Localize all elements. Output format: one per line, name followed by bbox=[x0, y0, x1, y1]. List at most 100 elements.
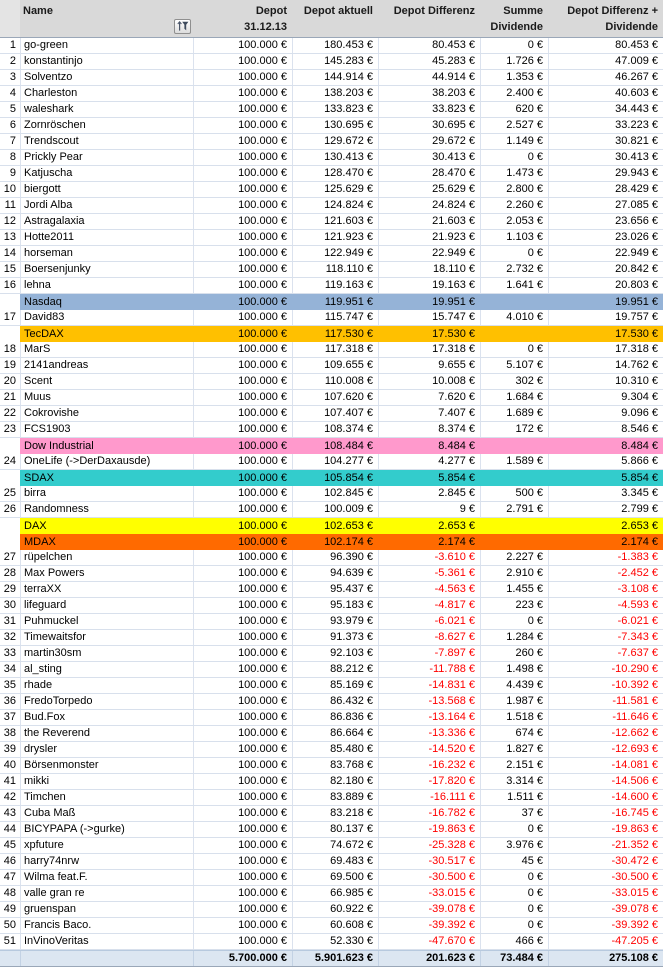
cell-name[interactable]: Bud.Fox bbox=[20, 710, 193, 725]
cell-name[interactable]: BICYPAPA (->gurke) bbox=[20, 822, 193, 837]
cell-div[interactable]: 1.987 € bbox=[480, 694, 548, 709]
cell-div[interactable]: 0 € bbox=[480, 918, 548, 933]
cell-total[interactable]: 28.429 € bbox=[548, 182, 663, 197]
cell-depot[interactable]: 100.000 € bbox=[193, 230, 292, 245]
cell-diff[interactable]: 80.453 € bbox=[378, 38, 480, 53]
cell-num[interactable]: 46 bbox=[0, 854, 20, 869]
cell-aktuell[interactable]: 93.979 € bbox=[292, 614, 378, 629]
cell-aktuell[interactable]: 115.747 € bbox=[292, 310, 378, 325]
cell-aktuell[interactable]: 180.453 € bbox=[292, 38, 378, 53]
cell-aktuell[interactable]: 108.484 € bbox=[292, 438, 378, 454]
cell-div[interactable]: 2.227 € bbox=[480, 550, 548, 565]
cell-depot[interactable]: 100.000 € bbox=[193, 70, 292, 85]
cell-num[interactable]: 5 bbox=[0, 102, 20, 117]
cell-diff[interactable]: 19.163 € bbox=[378, 278, 480, 293]
cell-div[interactable] bbox=[480, 438, 548, 454]
cell-total[interactable]: 80.453 € bbox=[548, 38, 663, 53]
cell-name[interactable]: Francis Baco. bbox=[20, 918, 193, 933]
cell-name[interactable]: Timewaitsfor bbox=[20, 630, 193, 645]
cell-div[interactable]: 223 € bbox=[480, 598, 548, 613]
cell-total[interactable]: -1.383 € bbox=[548, 550, 663, 565]
cell-div[interactable]: 0 € bbox=[480, 342, 548, 357]
cell-aktuell[interactable]: 86.836 € bbox=[292, 710, 378, 725]
cell-depot[interactable]: 100.000 € bbox=[193, 758, 292, 773]
cell-diff[interactable]: -39.392 € bbox=[378, 918, 480, 933]
cell-diff[interactable]: 8.484 € bbox=[378, 438, 480, 454]
cell-num[interactable]: 34 bbox=[0, 662, 20, 677]
cell-name[interactable]: InVinoVeritas bbox=[20, 934, 193, 949]
cell-aktuell[interactable]: 144.914 € bbox=[292, 70, 378, 85]
cell-depot[interactable]: 100.000 € bbox=[193, 774, 292, 789]
cell-total[interactable]: -47.205 € bbox=[548, 934, 663, 949]
cell-aktuell[interactable]: 83.889 € bbox=[292, 790, 378, 805]
cell-depot[interactable]: 100.000 € bbox=[193, 134, 292, 149]
cell-div[interactable] bbox=[480, 534, 548, 550]
cell-total[interactable]: -12.693 € bbox=[548, 742, 663, 757]
cell-num[interactable]: 17 bbox=[0, 310, 20, 325]
cell-name[interactable]: Astragalaxia bbox=[20, 214, 193, 229]
cell-total[interactable]: -30.472 € bbox=[548, 854, 663, 869]
cell-depot[interactable]: 100.000 € bbox=[193, 86, 292, 101]
cell-div[interactable]: 1.689 € bbox=[480, 406, 548, 421]
cell-name[interactable]: drysler bbox=[20, 742, 193, 757]
cell-total[interactable]: 8.546 € bbox=[548, 422, 663, 437]
cell-diff[interactable]: -3.610 € bbox=[378, 550, 480, 565]
cell-diff[interactable]: 10.008 € bbox=[378, 374, 480, 389]
cell-diff[interactable]: 201.623 € bbox=[378, 951, 480, 966]
cell-aktuell[interactable]: 69.483 € bbox=[292, 854, 378, 869]
cell-depot[interactable]: 100.000 € bbox=[193, 582, 292, 597]
cell-depot[interactable]: 100.000 € bbox=[193, 294, 292, 310]
cell-num[interactable]: 2 bbox=[0, 54, 20, 69]
cell-depot[interactable]: 100.000 € bbox=[193, 182, 292, 197]
cell-depot[interactable]: 100.000 € bbox=[193, 790, 292, 805]
cell-aktuell[interactable]: 88.212 € bbox=[292, 662, 378, 677]
cell-div[interactable]: 1.511 € bbox=[480, 790, 548, 805]
cell-div[interactable]: 1.284 € bbox=[480, 630, 548, 645]
cell-total[interactable]: 19.951 € bbox=[548, 294, 663, 310]
cell-num[interactable] bbox=[0, 438, 20, 454]
cell-depot[interactable]: 100.000 € bbox=[193, 166, 292, 181]
cell-total[interactable]: 30.821 € bbox=[548, 134, 663, 149]
header-differenz-plus-dividende[interactable]: Depot Differenz + Dividende bbox=[548, 0, 663, 37]
cell-total[interactable]: 34.443 € bbox=[548, 102, 663, 117]
cell-aktuell[interactable]: 104.277 € bbox=[292, 454, 378, 469]
cell-aktuell[interactable]: 109.655 € bbox=[292, 358, 378, 373]
cell-num[interactable]: 40 bbox=[0, 758, 20, 773]
cell-num[interactable]: 25 bbox=[0, 486, 20, 501]
cell-div[interactable] bbox=[480, 470, 548, 486]
cell-num[interactable]: 50 bbox=[0, 918, 20, 933]
cell-div[interactable]: 3.976 € bbox=[480, 838, 548, 853]
cell-depot[interactable]: 100.000 € bbox=[193, 854, 292, 869]
cell-name[interactable]: Muus bbox=[20, 390, 193, 405]
cell-name[interactable]: terraXX bbox=[20, 582, 193, 597]
cell-name[interactable]: Trendscout bbox=[20, 134, 193, 149]
cell-num[interactable]: 35 bbox=[0, 678, 20, 693]
cell-diff[interactable]: 17.530 € bbox=[378, 326, 480, 342]
cell-diff[interactable]: 4.277 € bbox=[378, 454, 480, 469]
cell-aktuell[interactable]: 86.432 € bbox=[292, 694, 378, 709]
cell-total[interactable]: 5.854 € bbox=[548, 470, 663, 486]
cell-total[interactable]: 40.603 € bbox=[548, 86, 663, 101]
cell-div[interactable]: 2.260 € bbox=[480, 198, 548, 213]
cell-aktuell[interactable]: 60.922 € bbox=[292, 902, 378, 917]
cell-div[interactable]: 1.149 € bbox=[480, 134, 548, 149]
cell-div[interactable]: 2.800 € bbox=[480, 182, 548, 197]
cell-div[interactable]: 1.473 € bbox=[480, 166, 548, 181]
cell-depot[interactable]: 100.000 € bbox=[193, 390, 292, 405]
cell-aktuell[interactable]: 107.407 € bbox=[292, 406, 378, 421]
cell-depot[interactable]: 100.000 € bbox=[193, 438, 292, 454]
cell-div[interactable]: 2.151 € bbox=[480, 758, 548, 773]
cell-aktuell[interactable]: 66.985 € bbox=[292, 886, 378, 901]
cell-diff[interactable]: 5.854 € bbox=[378, 470, 480, 486]
cell-name[interactable]: MDAX bbox=[20, 534, 193, 550]
cell-total[interactable]: 20.803 € bbox=[548, 278, 663, 293]
cell-div[interactable]: 1.641 € bbox=[480, 278, 548, 293]
cell-diff[interactable]: 15.747 € bbox=[378, 310, 480, 325]
cell-diff[interactable]: 28.470 € bbox=[378, 166, 480, 181]
cell-depot[interactable]: 100.000 € bbox=[193, 310, 292, 325]
cell-div[interactable]: 1.498 € bbox=[480, 662, 548, 677]
cell-num[interactable]: 31 bbox=[0, 614, 20, 629]
cell-diff[interactable]: -16.782 € bbox=[378, 806, 480, 821]
cell-name[interactable]: 2141andreas bbox=[20, 358, 193, 373]
cell-div[interactable]: 0 € bbox=[480, 614, 548, 629]
